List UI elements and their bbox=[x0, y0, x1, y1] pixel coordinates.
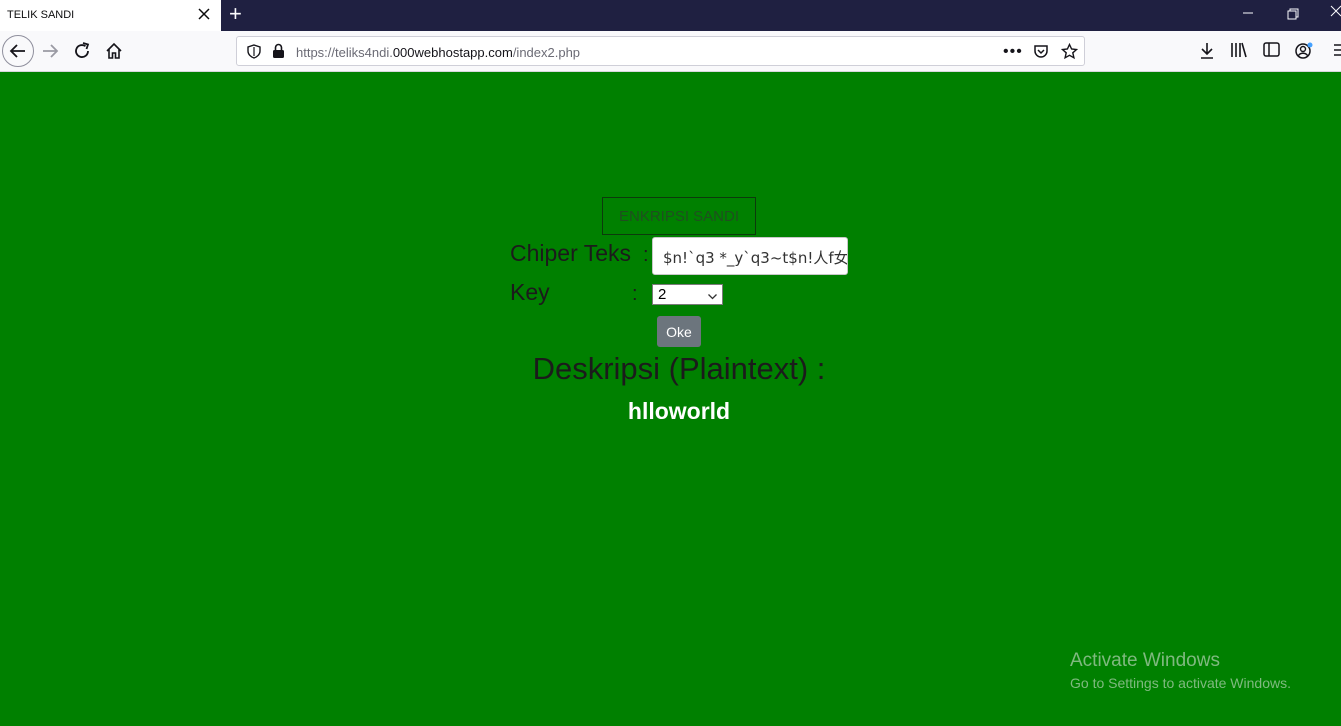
oke-button[interactable]: Oke bbox=[657, 316, 701, 347]
menu-icon[interactable] bbox=[1333, 42, 1341, 63]
lock-icon[interactable] bbox=[272, 43, 285, 64]
page-content: ENKRIPSI SANDI Chiper Teks : $n!`q3 *_y`… bbox=[0, 72, 1341, 726]
page-actions-icon[interactable]: ••• bbox=[1003, 43, 1023, 61]
sidebar-icon[interactable] bbox=[1263, 42, 1280, 62]
key-select-value: 2 bbox=[658, 286, 667, 303]
encrypt-header-button[interactable]: ENKRIPSI SANDI bbox=[602, 197, 756, 235]
shield-icon[interactable] bbox=[247, 44, 261, 64]
url-text[interactable]: https://teliks4ndi.000webhostapp.com/ind… bbox=[296, 45, 580, 60]
activate-windows-subtitle: Go to Settings to activate Windows. bbox=[1070, 675, 1291, 691]
browser-tab[interactable]: TELIK SANDI bbox=[0, 0, 221, 31]
key-select[interactable]: 2 bbox=[652, 284, 723, 305]
restore-icon[interactable] bbox=[1287, 7, 1299, 20]
result-heading: Deskripsi (Plaintext) : bbox=[532, 351, 826, 386]
chevron-down-icon bbox=[707, 288, 718, 307]
back-button[interactable] bbox=[2, 35, 34, 67]
plaintext-result: hlloworld bbox=[627, 398, 731, 424]
reload-icon[interactable] bbox=[67, 36, 97, 66]
minimize-icon[interactable] bbox=[1240, 5, 1256, 21]
url-bar[interactable]: https://teliks4ndi.000webhostapp.com/ind… bbox=[236, 36, 1085, 66]
cipher-text-input[interactable]: $n!`q3 *_y`q3~t$n!人f女 bbox=[652, 237, 848, 275]
activate-windows-title: Activate Windows bbox=[1070, 650, 1220, 671]
home-icon[interactable] bbox=[99, 36, 129, 66]
tab-title: TELIK SANDI bbox=[7, 9, 75, 21]
url-path: /index2.php bbox=[512, 45, 581, 60]
bookmark-star-icon[interactable] bbox=[1060, 42, 1079, 65]
key-label: Key bbox=[510, 279, 550, 305]
pocket-icon[interactable] bbox=[1033, 44, 1049, 65]
activate-windows-watermark: Activate Windows Go to Settings to activ… bbox=[1070, 650, 1291, 691]
download-icon[interactable] bbox=[1199, 42, 1215, 65]
library-icon[interactable] bbox=[1230, 42, 1248, 63]
key-colon: : bbox=[632, 283, 638, 305]
forward-button[interactable] bbox=[35, 36, 65, 66]
account-icon[interactable] bbox=[1295, 42, 1313, 65]
close-tab-icon[interactable] bbox=[196, 6, 212, 22]
tab-bar: TELIK SANDI + bbox=[0, 0, 1341, 31]
url-host: 000webhostapp.com bbox=[392, 45, 513, 60]
window-close-icon[interactable] bbox=[1330, 4, 1341, 20]
navigation-toolbar: https://teliks4ndi.000webhostapp.com/ind… bbox=[0, 31, 1341, 72]
cipher-text-label: Chiper Teks bbox=[510, 240, 632, 266]
cipher-colon: : bbox=[643, 244, 649, 266]
new-tab-button[interactable]: + bbox=[229, 3, 247, 25]
url-scheme: https://teliks4ndi. bbox=[296, 45, 393, 60]
